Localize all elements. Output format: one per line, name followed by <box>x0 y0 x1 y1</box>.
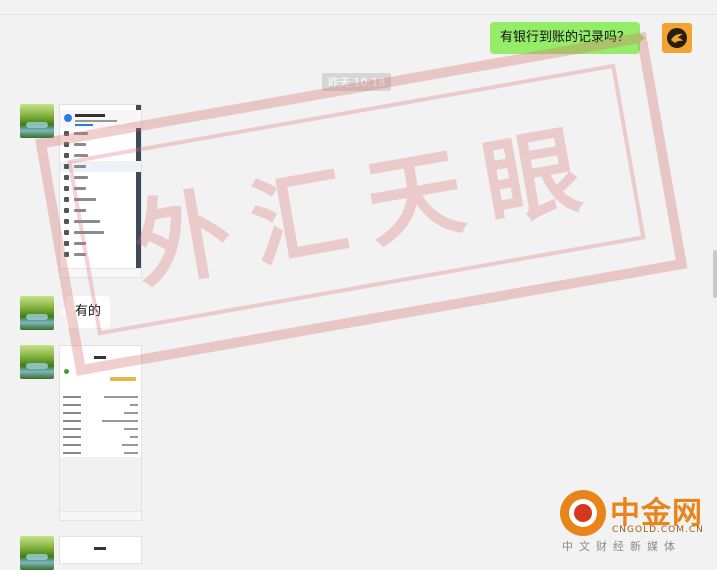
contact-avatar[interactable] <box>20 536 54 570</box>
outgoing-message-bubble[interactable]: 有银行到账的记录吗？ <box>490 22 646 54</box>
logo-mark-icon <box>560 490 606 536</box>
logo-domain: CNGOLD.COM.CN <box>612 525 704 535</box>
chat-timestamp: 昨天 10:18 <box>322 73 392 91</box>
contact-avatar[interactable] <box>20 296 54 330</box>
logo-tagline: 中文财经新媒体 <box>562 540 681 553</box>
self-avatar[interactable] <box>662 23 692 53</box>
incoming-message-bubble[interactable]: 有的 <box>60 296 111 328</box>
screenshot-account-header <box>60 110 141 128</box>
image-message-screenshot[interactable] <box>59 536 142 564</box>
contact-avatar[interactable] <box>20 104 54 138</box>
eagle-icon <box>667 28 687 48</box>
watermark-text: 外汇天眼 <box>125 109 611 303</box>
chat-top-divider <box>0 14 717 15</box>
brand-logo: 中金网 CNGOLD.COM.CN 中文财经新媒体 <box>560 488 710 558</box>
chat-scrollbar[interactable] <box>713 250 717 298</box>
image-message-screenshot[interactable] <box>59 345 142 521</box>
image-message-screenshot[interactable] <box>59 104 142 278</box>
outgoing-message-text: 有银行到账的记录吗？ <box>500 30 631 45</box>
incoming-message-text: 有的 <box>75 304 102 319</box>
contact-avatar[interactable] <box>20 345 54 379</box>
